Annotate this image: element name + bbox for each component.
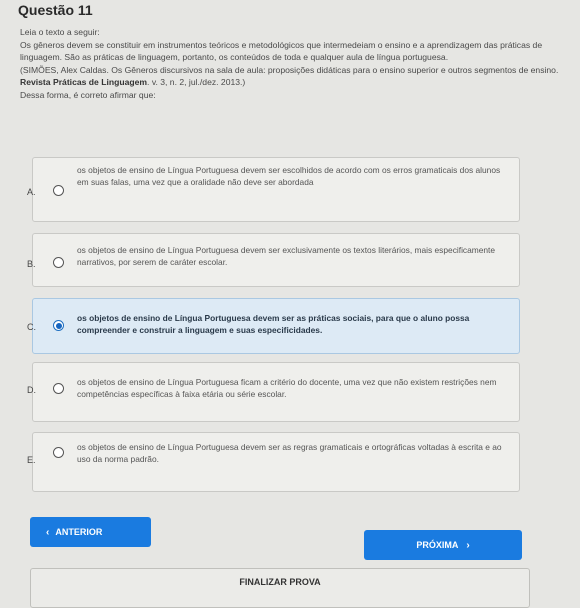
chevron-left-icon: ‹ — [46, 526, 50, 538]
option-letter: B. — [27, 259, 36, 269]
option-letter: E. — [27, 455, 36, 465]
option-b[interactable]: B. os objetos de ensino de Língua Portug… — [27, 233, 520, 287]
option-c[interactable]: C. os objetos de ensino de Língua Portug… — [27, 298, 520, 354]
option-text: os objetos de ensino de Língua Portugues… — [77, 165, 501, 187]
option-d[interactable]: D. os objetos de ensino de Língua Portug… — [27, 362, 520, 422]
radio-button[interactable] — [53, 447, 64, 458]
radio-button[interactable] — [53, 185, 64, 196]
question-title: Questão 11 — [18, 2, 93, 18]
question-stem: Leia o texto a seguir: Os gêneros devem … — [20, 26, 565, 101]
reference-text: (SIMÕES, Alex Caldas. Os Gêneros discurs… — [20, 64, 565, 89]
option-letter: A. — [27, 187, 36, 197]
chevron-right-icon: › — [466, 539, 470, 551]
radio-button-selected[interactable] — [53, 320, 64, 331]
reference-journal: Revista Práticas de Linguagem — [20, 77, 148, 87]
next-button[interactable]: PRÓXIMA › — [364, 530, 522, 560]
reference-tail: . v. 3, n. 2, jul./dez. 2013.) — [147, 77, 246, 87]
previous-button[interactable]: ‹ ANTERIOR — [30, 517, 151, 547]
reference-authors: (SIMÕES, Alex Caldas. Os Gêneros discurs… — [20, 64, 559, 75]
option-text: os objetos de ensino de Língua Portugues… — [77, 313, 470, 335]
radio-button[interactable] — [53, 257, 64, 268]
option-letter: D. — [27, 385, 36, 395]
instruction-text: Leia o texto a seguir: — [20, 27, 100, 37]
previous-label: ANTERIOR — [55, 527, 103, 537]
option-text: os objetos de ensino de Língua Portugues… — [77, 245, 496, 267]
option-a[interactable]: A. os objetos de ensino de Língua Portug… — [27, 157, 520, 222]
option-e[interactable]: E. os objetos de ensino de Língua Portug… — [27, 432, 520, 492]
option-letter: C. — [27, 322, 36, 332]
finalize-label: FINALIZAR PROVA — [239, 577, 321, 587]
option-text: os objetos de ensino de Língua Portugues… — [77, 442, 502, 464]
prompt-text: Dessa forma, é correto afirmar que: — [20, 89, 156, 100]
finalize-exam-button[interactable]: FINALIZAR PROVA — [30, 568, 530, 608]
option-text: os objetos de ensino de Língua Portugues… — [77, 377, 497, 399]
next-label: PRÓXIMA — [416, 540, 459, 550]
radio-button[interactable] — [53, 383, 64, 394]
quoted-text: Os gêneros devem se constituir em instru… — [20, 39, 543, 63]
